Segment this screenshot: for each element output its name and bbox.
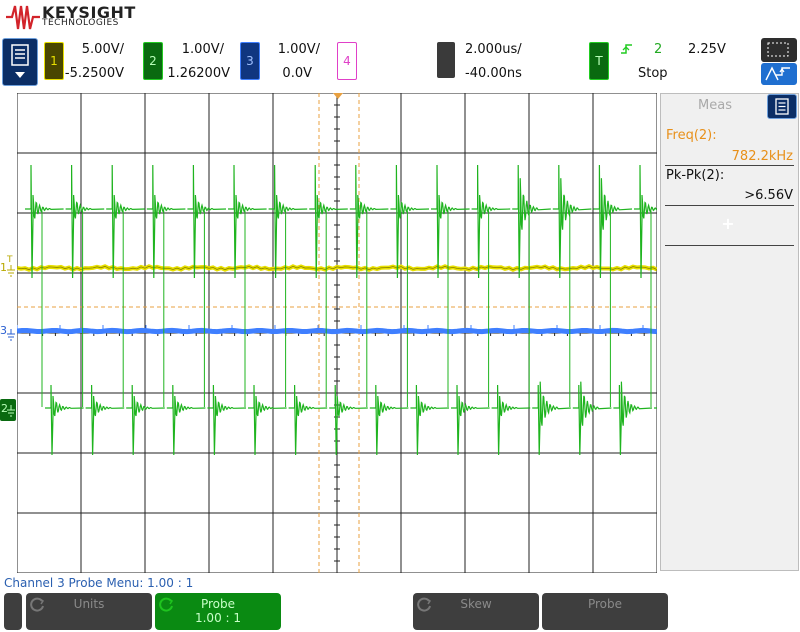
zoom-box-icon: [767, 42, 789, 57]
channel-2-waveform-segment: [65, 164, 105, 279]
horizontal-button[interactable]: [437, 42, 455, 78]
trigger-edge-icon: [621, 44, 632, 54]
divider: [665, 165, 794, 166]
ground-icon: [7, 329, 15, 341]
auto-trigger-icon: [765, 66, 790, 81]
channel-2-waveform-segment: [309, 164, 348, 279]
softkey-label: Skew: [460, 597, 492, 611]
channel-3-ground-marker[interactable]: 3: [0, 324, 16, 344]
channel-2-ground-marker[interactable]: 2: [0, 399, 16, 421]
meas-pkpk-label: Pk-Pk(2):: [666, 168, 725, 183]
tab-meas[interactable]: Meas: [666, 95, 764, 117]
ground-icon: [7, 265, 15, 277]
trigger-position-marker[interactable]: [333, 93, 343, 99]
channel-2-waveform-segment: [491, 384, 531, 456]
softkey-skew[interactable]: Skew: [413, 593, 539, 630]
channel-2-waveform-segment: [369, 384, 409, 456]
channel-2-waveform-segment: [106, 164, 145, 279]
timebase-delay: -40.00ns: [465, 66, 522, 81]
channel-1-scale: 5.00V/: [81, 42, 124, 57]
channel-2-waveform-segment: [471, 164, 511, 279]
main-menu-button[interactable]: [2, 38, 38, 86]
channel-3-button[interactable]: 3: [240, 42, 260, 80]
channel-3-scale: 1.00V/: [277, 42, 320, 57]
softkey-probe-ratio[interactable]: Probe 1.00 : 1: [155, 593, 281, 630]
softkey-label: Probe: [587, 597, 623, 611]
channel-2-waveform-segment: [410, 384, 450, 456]
trigger-level: 2.25V: [688, 42, 726, 57]
channel-2-waveform-segment: [25, 164, 64, 279]
channel-2-waveform-segment: [552, 164, 592, 279]
ground-icon: [7, 405, 15, 417]
softkey-value: 1.00 : 1: [194, 611, 242, 625]
zoom-button[interactable]: [761, 38, 797, 62]
meas-freq-label: Freq(2):: [666, 128, 717, 143]
channel-3-offset: 0.0V: [282, 66, 312, 81]
back-button[interactable]: [4, 593, 22, 630]
channel-2-waveform-segment: [512, 164, 551, 279]
channel-2-waveform-segment: [634, 164, 657, 279]
channel-2-trace: [25, 164, 657, 456]
trigger-button[interactable]: T: [589, 42, 609, 80]
channel-2-waveform-segment: [146, 164, 186, 279]
waveform-display[interactable]: [17, 93, 657, 573]
channel-4-button[interactable]: 4: [337, 42, 357, 80]
softkey-label: Probe: [200, 597, 236, 611]
brand-subtitle: TECHNOLOGIES: [42, 18, 119, 28]
channel-2-waveform-segment: [431, 164, 470, 279]
channel-3-waveform: [17, 327, 657, 335]
softkey-units[interactable]: Units: [26, 593, 152, 630]
probe-menu-title: Channel 3 Probe Menu: 1.00 : 1: [4, 576, 194, 590]
channel-2-waveform-segment: [45, 384, 84, 456]
channel-1-ground-marker[interactable]: 1 T: [0, 255, 16, 278]
softkey-empty: [284, 593, 410, 630]
channel-2-offset: 1.26200V: [167, 66, 230, 81]
add-measurement-button[interactable]: +: [718, 214, 738, 233]
meas-pkpk-value: >6.56V: [744, 188, 793, 203]
channel-2-waveform-segment: [288, 384, 328, 456]
channel-2-waveform-segment: [268, 164, 308, 279]
divider: [665, 245, 794, 246]
channel-1-offset: -5.2500V: [64, 66, 124, 81]
channel-2-waveform-segment: [349, 164, 389, 279]
meas-freq-value: 782.2kHz: [731, 149, 793, 164]
list-icon: [775, 98, 789, 115]
channel-2-waveform-segment: [593, 164, 633, 279]
menu-list-icon: [11, 44, 29, 78]
channel-2-waveform-segment: [187, 164, 227, 279]
channel-2-waveform-segment: [228, 164, 267, 279]
acquisition-status: Stop: [638, 66, 668, 81]
auto-scale-button[interactable]: [761, 63, 797, 85]
softkey-probe-check[interactable]: Probe: [542, 593, 668, 630]
channel-2-waveform-segment: [207, 384, 247, 456]
trigger-source: 2: [654, 42, 663, 57]
channel-2-waveform-segment: [451, 384, 490, 456]
channel-2-waveform-segment: [85, 384, 125, 456]
timebase-scale: 2.000us/: [465, 42, 522, 57]
channel-2-scale: 1.00V/: [181, 42, 224, 57]
channel-2-waveform-segment: [329, 384, 368, 456]
meas-list-button[interactable]: [767, 94, 797, 119]
channel-2-waveform-segment: [166, 384, 206, 456]
divider: [665, 205, 794, 206]
channel-2-waveform-segment: [248, 384, 287, 456]
softkey-label: Units: [73, 597, 105, 611]
channel-2-waveform-segment: [390, 164, 430, 279]
